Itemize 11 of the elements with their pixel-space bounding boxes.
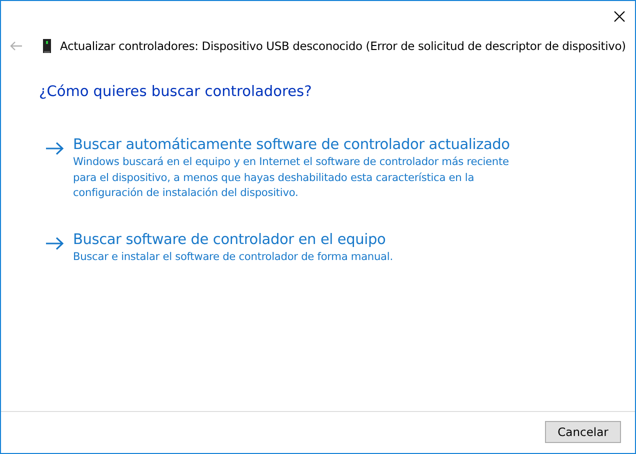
option-link[interactable]: Buscar software de controlador en el equipo bbox=[73, 232, 518, 248]
window-title: Actualizar controladores: Dispositivo USB desconocido (Error de solicitud de descriptor de dispositivo) bbox=[60, 39, 626, 53]
close-icon[interactable] bbox=[614, 11, 625, 22]
option-description: Windows buscará en el equipo y en Internet el software de controlador más reciente para el dispositivo, a menos que hayas deshabilitado esta característica en la configuración de instalación del dispositivo. bbox=[73, 155, 510, 201]
arrow-icon[interactable] bbox=[46, 236, 64, 250]
option-link[interactable]: Buscar automáticamente software de controlador actualizado bbox=[73, 137, 518, 153]
usb-device-icon bbox=[43, 39, 51, 53]
cancel-button[interactable]: Cancelar bbox=[545, 421, 621, 443]
heading: ¿Cómo quieres buscar controladores? bbox=[39, 84, 313, 100]
option-description: Buscar e instalar el software de controlador de forma manual. bbox=[73, 250, 394, 264]
arrow-icon[interactable] bbox=[46, 142, 64, 155]
